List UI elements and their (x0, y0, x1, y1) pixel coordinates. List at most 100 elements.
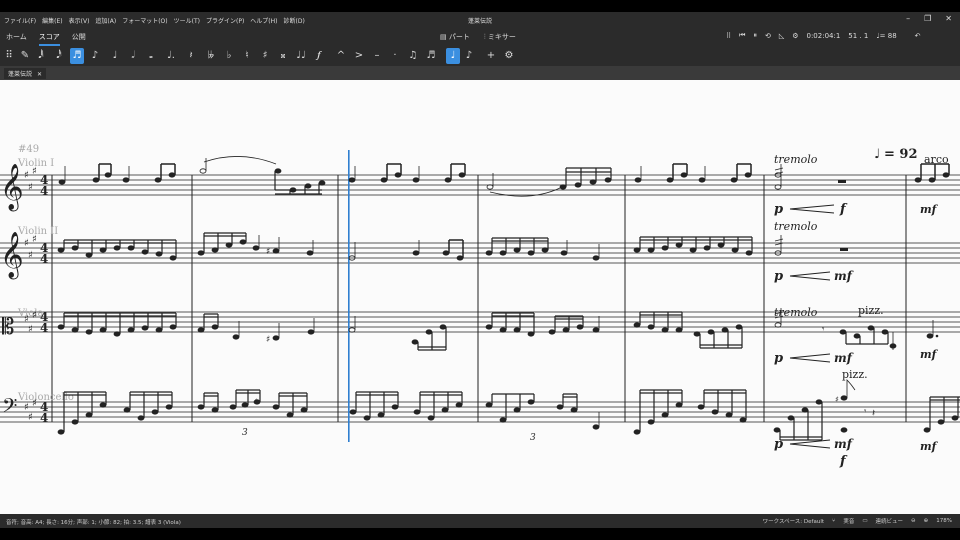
duration-half-icon[interactable]: 𝅗𝅥 (128, 48, 138, 64)
restore-icon[interactable]: ❐ (924, 14, 931, 23)
svg-text:4: 4 (40, 252, 48, 266)
score-page[interactable]: #49 Violin I Violin II Viola Violoncello… (0, 80, 960, 514)
rest-icon[interactable]: 𝄽 (186, 48, 196, 64)
playback-settings-icon[interactable]: ⚙ (792, 32, 798, 40)
toolbar-grip-icon: ⠿ (5, 50, 13, 61)
toolbar-settings-icon[interactable]: ⚙ (504, 48, 514, 64)
sharp-icon[interactable]: ♯ (260, 48, 270, 64)
parts-icon: ▤ (440, 33, 449, 41)
playback-time: 0:02:04:1 (806, 31, 841, 40)
tenuto-icon[interactable]: – (372, 48, 382, 64)
view-mode-icon: ▭ (862, 518, 868, 524)
screen-letterbox-top (0, 0, 960, 12)
dynamic-f: f (839, 454, 848, 469)
dynamic-mf: mf (920, 348, 939, 361)
svg-text:♯: ♯ (28, 182, 33, 193)
screen-letterbox-bottom (0, 528, 960, 540)
zoom-in-icon[interactable]: ⊕ (924, 518, 929, 524)
svg-text:♯: ♯ (24, 238, 29, 249)
flat-icon[interactable]: ♭ (224, 48, 234, 64)
voice-1-icon[interactable]: ♩ (446, 48, 460, 64)
treble-clef-icon: 𝄞 (0, 232, 24, 280)
mixer-label: ミキサー (487, 33, 516, 41)
close-icon[interactable]: ✕ (945, 14, 952, 23)
crescendo-hairpin (789, 439, 831, 449)
double-flat-icon[interactable]: 𝄫 (206, 48, 216, 64)
svg-text:♯: ♯ (24, 170, 29, 181)
tab-publish[interactable]: 公開 (72, 32, 86, 46)
selection-status: 音符; 音高: A4; 長さ: 16分; 声部: 1; 小節: 82; 拍: 3… (6, 520, 181, 526)
dynamic-p: p (774, 269, 783, 284)
rehearsal-mark: #49 (18, 144, 39, 155)
voice-2-icon[interactable]: ♪ (464, 48, 474, 64)
triplet-mark: 3 (530, 433, 536, 443)
document-tab[interactable]: 蓬莱伝説 ✕ (4, 68, 47, 79)
tab-score[interactable]: スコア (38, 32, 60, 46)
svg-text:♯: ♯ (28, 324, 33, 335)
minimize-icon[interactable]: – (906, 14, 910, 23)
svg-text:♯: ♯ (32, 310, 37, 321)
svg-text:𝄽: 𝄽 (872, 408, 875, 419)
mixer-button[interactable]: ⫶ ミキサー (484, 32, 516, 42)
staccato-icon[interactable]: · (390, 48, 400, 64)
marcato-icon[interactable]: ^ (336, 48, 346, 64)
zoom-out-icon[interactable]: ⊖ (911, 518, 916, 524)
triplet-mark: 3 (242, 428, 248, 438)
augmentation-dot-icon[interactable]: ♩. (166, 48, 176, 64)
svg-text:♯: ♯ (28, 250, 33, 261)
bass-clef-icon: 𝄢 (2, 394, 17, 422)
tab-home[interactable]: ホーム (6, 32, 27, 46)
flip-direction-icon[interactable]: ♬ (426, 48, 436, 64)
tempo-marking: = 92 (884, 147, 918, 162)
duration-whole-icon[interactable]: 𝅝 (146, 48, 156, 64)
tremolo-text: tremolo (774, 220, 818, 233)
dynamic-p: p (774, 437, 783, 452)
tuning-fork-icon[interactable]: ⑂ (832, 518, 835, 524)
pizz-text: pizz. (858, 304, 884, 317)
svg-text:𝄾: 𝄾 (822, 325, 825, 335)
playback-cursor (348, 150, 350, 442)
accent-icon[interactable]: > (354, 48, 364, 64)
rewind-icon[interactable]: ⏮ (739, 31, 745, 40)
slur-icon[interactable]: 𝆑 (314, 48, 324, 64)
loop-icon[interactable]: ⟲ (765, 32, 771, 40)
playback-tempo: ♩= 88 (876, 31, 897, 40)
playback-controls: ⠿ ⏮ ⏸ ⟲ ◺ ⚙ 0:02:04:1 51 . 1 ♩= 88 ↶ (726, 31, 921, 40)
arco-text: arco (924, 153, 949, 166)
dynamic-f: f (839, 202, 848, 217)
treble-clef-icon: 𝄞 (0, 164, 24, 212)
double-sharp-icon[interactable]: 𝄪 (278, 48, 288, 64)
undo-icon[interactable]: ↶ (915, 32, 921, 40)
cello-notes: ♯ 3 3 ♯ 𝄾 𝄽 (57, 379, 960, 443)
workspace-selector[interactable]: ワークスペース: Default (763, 517, 824, 525)
duration-32nd-icon[interactable]: 𝅘𝅥𝅰 (54, 48, 64, 64)
concert-pitch-toggle[interactable]: 実音 (843, 517, 854, 525)
svg-text:♯: ♯ (32, 398, 37, 409)
parts-button[interactable]: ▤ パート (440, 32, 470, 42)
duration-eighth-icon[interactable]: ♪ (90, 48, 100, 64)
tie-icon[interactable]: ♩♩ (296, 48, 306, 64)
svg-text:4: 4 (40, 184, 48, 198)
duration-64th-icon[interactable]: 𝅘𝅥𝅱 (36, 48, 46, 64)
tempo-note-icon: ♩ (874, 147, 880, 162)
view-mode-selector[interactable]: 連続ビュー (876, 517, 904, 525)
parts-label: パート (448, 33, 470, 41)
score-canvas[interactable]: #49 Violin I Violin II Viola Violoncello… (0, 80, 960, 514)
grip-icon: ⠿ (726, 31, 732, 40)
pause-icon[interactable]: ⏸ (753, 31, 757, 40)
svg-text:4: 4 (40, 321, 48, 335)
svg-text:4: 4 (40, 411, 48, 425)
note-input-pen-icon[interactable]: ✎ (20, 48, 30, 64)
svg-text:♯: ♯ (254, 397, 258, 406)
dynamic-p: p (774, 202, 783, 217)
duration-quarter-icon[interactable]: ♩ (110, 48, 120, 64)
add-icon[interactable]: + (486, 48, 496, 64)
zoom-level[interactable]: 178% (936, 518, 952, 524)
close-tab-icon[interactable]: ✕ (37, 71, 42, 78)
window-controls: – ❐ ✕ (906, 14, 952, 23)
metronome-icon[interactable]: ◺ (779, 32, 784, 40)
duration-16th-icon[interactable]: ♬ (70, 48, 84, 64)
beam-icon[interactable]: ♫ (408, 48, 418, 64)
natural-icon[interactable]: ♮ (242, 48, 252, 64)
staff-lines (0, 174, 960, 423)
